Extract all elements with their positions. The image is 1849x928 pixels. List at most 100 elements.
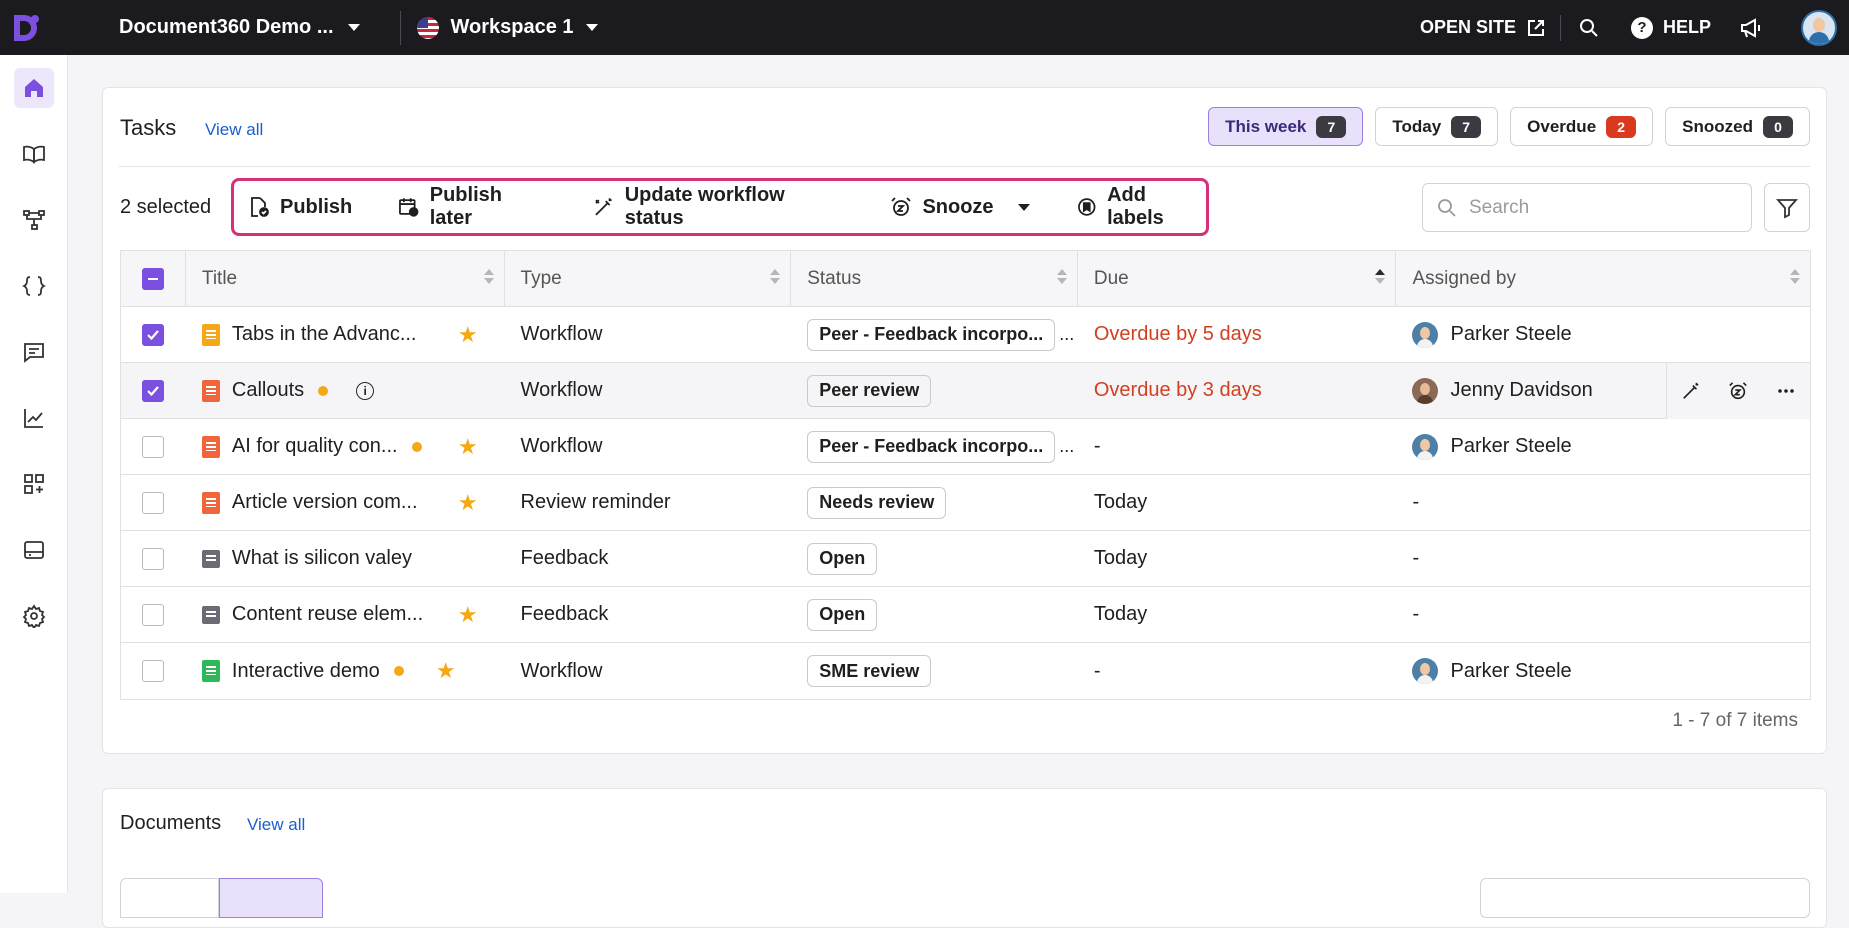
star-icon[interactable]: ★ (458, 322, 478, 348)
document360-logo[interactable] (0, 0, 50, 55)
tasks-search-input[interactable]: Search (1422, 183, 1752, 232)
sidebar-item-api[interactable] (14, 266, 54, 306)
add-labels-button[interactable]: Add labels (1076, 184, 1206, 230)
publish-label: Publish (280, 195, 353, 218)
row-checkbox[interactable] (142, 323, 165, 346)
row-checkbox[interactable] (142, 660, 165, 682)
sidebar-item-settings[interactable] (14, 596, 54, 636)
overflow-ellipsis: ... (1059, 324, 1075, 344)
row-checkbox[interactable] (142, 547, 165, 570)
due-date: Today (1093, 603, 1148, 625)
update-workflow-status-button[interactable]: Update workflow status (593, 184, 844, 230)
star-icon[interactable]: ★ (436, 658, 456, 684)
open-site-link[interactable]: OPEN SITE (1406, 17, 1560, 38)
task-type: Workflow (520, 323, 603, 345)
unsaved-dot-icon (411, 441, 422, 452)
documents-view-all-link[interactable]: View all (247, 815, 305, 835)
sidebar-item-categories[interactable] (14, 200, 54, 240)
sidebar-item-analytics[interactable] (14, 398, 54, 438)
help-button[interactable]: ? HELP (1617, 16, 1725, 39)
row-checkbox[interactable] (142, 379, 165, 402)
star-icon[interactable]: ★ (458, 490, 478, 516)
update-workflow-label: Update workflow status (624, 184, 785, 229)
tasks-view-all-link[interactable]: View all (205, 120, 263, 140)
star-icon[interactable]: ★ (458, 602, 478, 628)
column-title[interactable]: Title (186, 251, 505, 306)
chevron-down-icon (347, 24, 360, 31)
due-date: - (1093, 659, 1101, 682)
sort-icon (483, 269, 494, 284)
documents-tab[interactable] (120, 878, 219, 918)
article-icon (201, 660, 220, 682)
divider (119, 166, 1810, 167)
table-row[interactable]: Tabs in the Advanc... ★ Workflow Peer - … (121, 307, 1810, 363)
due-date: Overdue by 3 days (1093, 379, 1262, 401)
filter-label: Overdue (1527, 116, 1597, 136)
sidebar-item-feedback[interactable] (14, 332, 54, 372)
task-type: Workflow (520, 659, 603, 682)
avatar (1412, 433, 1439, 460)
user-avatar[interactable] (1801, 9, 1837, 46)
sidebar-item-home[interactable] (14, 68, 54, 108)
table-row[interactable]: Article version com... ★ Review reminder… (121, 475, 1810, 531)
column-status[interactable]: Status (791, 251, 1078, 306)
avatar (1412, 658, 1439, 684)
publish-later-button[interactable]: Publish later (398, 184, 547, 230)
documents-tab-active[interactable] (219, 878, 323, 918)
column-type[interactable]: Type (505, 251, 792, 306)
column-assigned-by[interactable]: Assigned by (1396, 251, 1810, 306)
row-checkbox[interactable] (142, 603, 165, 626)
row-checkbox[interactable] (142, 491, 165, 514)
table-row[interactable]: What is silicon valey Feedback Open Toda… (121, 531, 1810, 587)
search-button[interactable] (1561, 18, 1617, 38)
top-bar: Document360 Demo ... Workspace 1 OPEN SI… (0, 0, 1849, 55)
sidebar-item-widgets[interactable] (14, 530, 54, 570)
task-title[interactable]: What is silicon valey (232, 547, 412, 570)
label-tag-icon (1077, 198, 1096, 216)
task-title[interactable]: Callouts (232, 379, 304, 402)
sort-icon (1056, 269, 1067, 284)
table-row[interactable]: Interactive demo ★ Workflow SME review -… (121, 643, 1810, 699)
project-switcher[interactable]: Document360 Demo ... (119, 16, 360, 39)
more-horizontal-icon[interactable] (1776, 381, 1796, 401)
publish-button[interactable]: Publish (248, 196, 352, 219)
workspace-switcher[interactable]: Workspace 1 (416, 16, 598, 39)
table-row[interactable]: AI for quality con... ★ Workflow Peer - … (121, 419, 1810, 475)
info-icon[interactable]: i (356, 381, 375, 400)
add-labels-label: Add labels (1107, 184, 1164, 229)
snooze-button[interactable]: Snooze (890, 195, 1030, 219)
filter-button[interactable] (1764, 183, 1810, 232)
unsaved-dot-icon (318, 385, 329, 396)
table-row[interactable]: Content reuse elem... ★ Feedback Open To… (121, 587, 1810, 643)
workflow-wand-icon[interactable] (1681, 381, 1701, 401)
task-title[interactable]: Article version com... (232, 491, 418, 514)
assigned-by: - (1412, 491, 1420, 513)
feedback-icon (201, 549, 220, 568)
workspace-name: Workspace 1 (450, 16, 574, 38)
star-icon[interactable]: ★ (458, 434, 478, 460)
alarm-clock-icon[interactable] (1728, 381, 1748, 401)
bulk-actions-toolbar: Publish Publish later Update workflow st… (231, 178, 1209, 236)
sidebar-item-documentation[interactable] (14, 134, 54, 174)
filter-overdue[interactable]: Overdue 2 (1510, 107, 1654, 146)
documents-search-input[interactable] (1480, 878, 1810, 918)
feedback-icon (201, 605, 220, 624)
assigned-by: - (1412, 603, 1420, 625)
snooze-label: Snooze (922, 195, 994, 218)
announcements-button[interactable] (1725, 17, 1777, 39)
status-badge: SME review (807, 655, 932, 687)
table-row[interactable]: Callouts i Workflow Peer review Overdue … (121, 363, 1810, 419)
row-checkbox[interactable] (142, 435, 165, 458)
filter-today[interactable]: Today 7 (1375, 107, 1499, 146)
task-title[interactable]: Tabs in the Advanc... (232, 323, 417, 346)
filter-this-week[interactable]: This week 7 (1208, 107, 1364, 146)
task-title[interactable]: Interactive demo (232, 660, 380, 683)
sidebar-item-apps[interactable] (14, 464, 54, 504)
filter-snoozed[interactable]: Snoozed 0 (1665, 107, 1810, 146)
task-title[interactable]: AI for quality con... (232, 435, 398, 458)
select-all-checkbox[interactable] (141, 267, 164, 290)
assigned-by: Jenny Davidson (1450, 379, 1593, 401)
column-due[interactable]: Due (1078, 251, 1397, 306)
apps-icon (24, 474, 44, 494)
task-title[interactable]: Content reuse elem... (232, 603, 423, 626)
